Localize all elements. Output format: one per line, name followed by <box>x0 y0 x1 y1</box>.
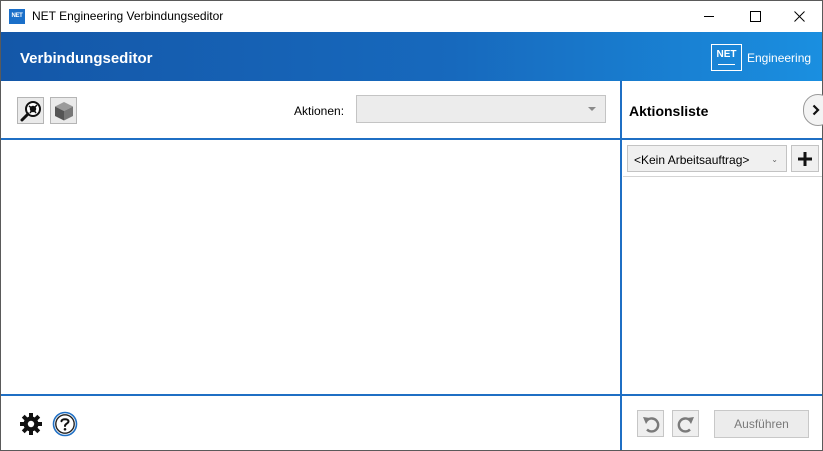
undo-icon <box>642 416 659 433</box>
connection-canvas[interactable] <box>1 140 620 394</box>
redo-button[interactable] <box>672 410 699 437</box>
app-logo-icon: NET <box>9 9 25 24</box>
model-3d-button[interactable] <box>50 97 77 124</box>
network-search-button[interactable] <box>17 97 44 124</box>
minimize-button[interactable] <box>686 1 732 32</box>
help-icon <box>52 411 78 437</box>
close-button[interactable] <box>776 1 822 32</box>
action-list-title: Aktionsliste <box>629 103 709 119</box>
actions-dropdown[interactable] <box>356 95 606 123</box>
footer-right: Ausführen <box>623 396 822 450</box>
maximize-icon <box>749 11 761 22</box>
brand-logo: NET Engineering <box>711 44 811 71</box>
chevron-right-icon <box>812 104 820 116</box>
panel-collapse-button[interactable] <box>803 94 823 126</box>
title-bar[interactable]: NET NET Engineering Verbindungseditor <box>1 1 822 32</box>
gear-icon <box>20 413 42 435</box>
work-order-dropdown[interactable]: <Kein Arbeitsauftrag> ⌄ <box>627 145 787 172</box>
add-work-order-button[interactable] <box>791 145 819 172</box>
cube-icon <box>54 101 73 120</box>
network-search-icon <box>20 100 41 121</box>
footer-left <box>1 396 620 450</box>
chevron-down-icon: ⌄ <box>771 155 778 164</box>
chevron-down-icon <box>588 107 596 111</box>
undo-button[interactable] <box>637 410 664 437</box>
plus-icon <box>798 151 812 166</box>
brand-text: Engineering <box>747 50 812 65</box>
work-order-value: <Kein Arbeitsauftrag> <box>634 153 750 167</box>
action-list[interactable] <box>623 177 822 394</box>
page-title: Verbindungseditor <box>20 50 153 67</box>
minimize-icon <box>703 16 714 17</box>
window-title: NET Engineering Verbindungseditor <box>32 9 224 23</box>
maximize-button[interactable] <box>732 1 778 32</box>
actions-label: Aktionen: <box>294 104 345 118</box>
app-header: Verbindungseditor NET Engineering <box>1 32 822 81</box>
panel-header-divider <box>622 138 822 140</box>
editor-toolbar: Aktionen: <box>1 81 620 138</box>
close-icon <box>793 11 805 22</box>
app-window: NET NET Engineering Verbindungseditor Ve… <box>0 0 823 451</box>
brand-mark: NET <box>711 44 742 71</box>
action-list-header: Aktionsliste <box>623 81 823 138</box>
redo-icon <box>677 416 694 433</box>
run-button[interactable]: Ausführen <box>714 410 809 438</box>
help-button[interactable] <box>51 410 79 438</box>
settings-button[interactable] <box>17 410 45 438</box>
